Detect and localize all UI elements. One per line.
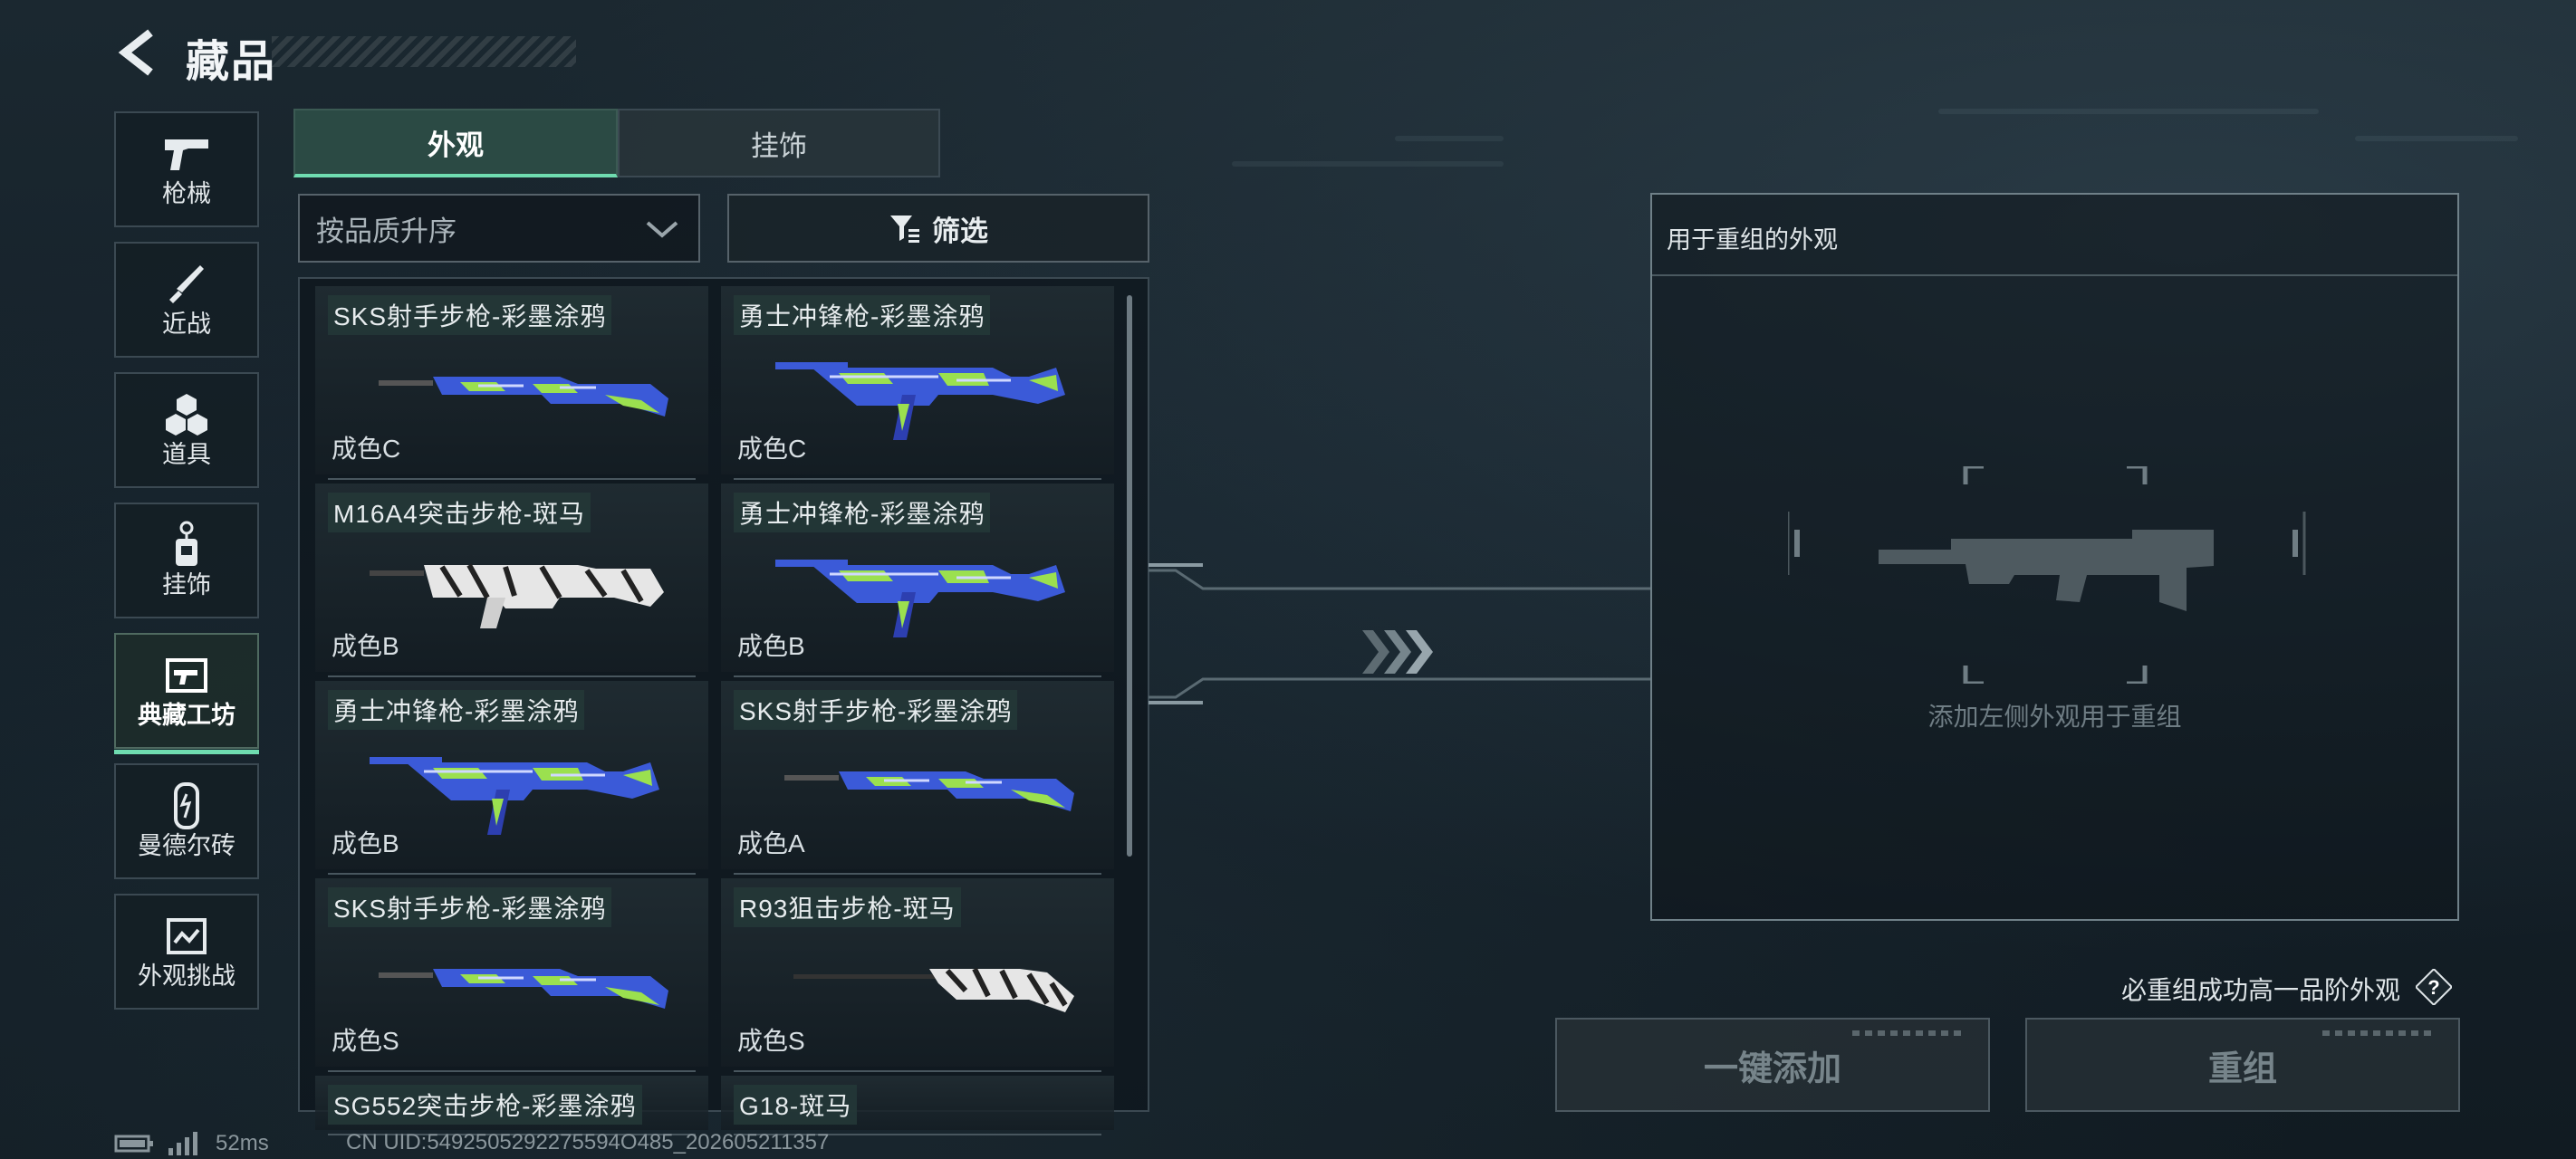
weapon-image: [370, 563, 664, 628]
sort-value: 按品质升序: [316, 215, 457, 247]
skin-card[interactable]: 勇士冲锋枪-彩墨涂鸦 成色C: [721, 286, 1114, 480]
tab-charms[interactable]: 挂饰: [618, 109, 940, 177]
filter-icon: [890, 216, 919, 243]
placeholder-rifle-icon: [1788, 466, 2306, 684]
back-arrow-icon: [118, 29, 153, 76]
skin-grade: 成色A: [737, 829, 805, 857]
sidebar-item-label: 外观挑战: [138, 963, 235, 990]
sidebar-item-bricks[interactable]: 曼德尔砖: [114, 763, 259, 879]
sidebar-item-melee[interactable]: 近战: [114, 242, 259, 358]
panel-title: 用于重组的外观: [1667, 226, 1838, 254]
skin-name: 勇士冲锋枪-彩墨涂鸦: [734, 493, 991, 532]
cubes-icon: [166, 394, 207, 436]
background-streak: [1395, 136, 1504, 141]
skin-card[interactable]: SKS射手步枪-彩墨涂鸦 成色S: [315, 878, 708, 1072]
charm-icon: [176, 521, 197, 566]
filter-button[interactable]: 筛选: [727, 194, 1149, 263]
help-icon[interactable]: ?: [2416, 969, 2452, 1005]
skin-card[interactable]: G18-斑马: [721, 1076, 1114, 1135]
forward-arrows-icon: [1362, 630, 1433, 674]
skin-name: SKS射手步枪-彩墨涂鸦: [328, 887, 612, 927]
title-decoration: [272, 36, 576, 67]
filter-label: 筛选: [932, 215, 988, 247]
panel-header: 用于重组的外观: [1652, 195, 2457, 276]
battery-icon: [114, 1135, 153, 1153]
list-scrollbar[interactable]: [1127, 295, 1132, 857]
uid-text: CN UID:5492505292275594O485_202605211357: [346, 1130, 830, 1154]
skin-name: G18-斑马: [734, 1085, 858, 1125]
skin-name: 勇士冲锋枪-彩墨涂鸦: [328, 690, 585, 730]
workshop-icon: [166, 658, 207, 693]
skin-grade: 成色S: [737, 1027, 805, 1055]
tab-appearance[interactable]: 外观: [293, 109, 618, 177]
skin-grade: 成色C: [332, 435, 401, 463]
background-streak: [1938, 109, 2319, 114]
background-streak: [2355, 136, 2518, 141]
weapon-image: [379, 377, 668, 417]
sidebar-item-workshop[interactable]: 典藏工坊: [114, 633, 259, 754]
svg-text:?: ?: [2427, 976, 2439, 999]
knife-icon: [169, 265, 204, 303]
weapon-image: [775, 362, 1065, 440]
weapon-image: [370, 757, 659, 835]
skin-card[interactable]: 勇士冲锋枪-彩墨涂鸦 成色B: [721, 484, 1114, 677]
quick-add-button[interactable]: 一键添加: [1555, 1018, 1990, 1112]
weapon-image: [379, 969, 668, 1009]
sidebar-item-items[interactable]: 道具: [114, 372, 259, 488]
recombine-note: 必重组成功高一品阶外观: [2120, 976, 2400, 1004]
sidebar-item-label: 典藏工坊: [138, 702, 235, 729]
recombine-panel: 用于重组的外观 添加左侧外观用于重组: [1650, 193, 2459, 921]
weapon-image: [775, 560, 1065, 637]
challenge-icon: [167, 918, 207, 954]
sidebar-item-charms[interactable]: 挂饰: [114, 503, 259, 618]
skin-card[interactable]: 勇士冲锋枪-彩墨涂鸦 成色B: [315, 681, 708, 875]
back-button[interactable]: [114, 27, 165, 78]
weapon-image: [793, 967, 1074, 1012]
skin-grade: 成色B: [737, 632, 805, 660]
signal-icon: [168, 1132, 197, 1155]
skin-grade: 成色B: [332, 632, 399, 660]
chevron-down-icon: [646, 221, 678, 238]
skin-name: SKS射手步枪-彩墨涂鸦: [734, 690, 1018, 730]
status-bar: 52ms: [114, 1130, 269, 1157]
ping-text: 52ms: [216, 1131, 269, 1155]
skin-grade: 成色B: [332, 829, 399, 857]
page-title: 藏品: [186, 38, 277, 86]
weapon-image: [784, 771, 1074, 811]
skin-card[interactable]: SG552突击步枪-彩墨涂鸦: [315, 1076, 708, 1135]
skin-name: 勇士冲锋枪-彩墨涂鸦: [734, 295, 991, 335]
recombine-button[interactable]: 重组: [2025, 1018, 2460, 1112]
background-streak: [1232, 161, 1504, 167]
sidebar-item-label: 曼德尔砖: [138, 832, 235, 859]
skin-card[interactable]: M16A4突击步枪-斑马 成色B: [315, 484, 708, 677]
skin-grade: 成色C: [737, 435, 807, 463]
skin-name: SKS射手步枪-彩墨涂鸦: [328, 295, 612, 335]
sidebar-item-guns[interactable]: 枪械: [114, 111, 259, 227]
sidebar-item-label: 近战: [162, 311, 211, 338]
skin-card[interactable]: SKS射手步枪-彩墨涂鸦 成色C: [315, 286, 708, 480]
sort-dropdown[interactable]: 按品质升序: [298, 194, 700, 263]
skin-grade: 成色S: [332, 1027, 399, 1055]
sidebar-item-label: 道具: [162, 441, 211, 468]
skin-name: R93狙击步枪-斑马: [734, 887, 961, 927]
skin-name: M16A4突击步枪-斑马: [328, 493, 591, 532]
sidebar-item-challenges[interactable]: 外观挑战: [114, 894, 259, 1010]
skin-card[interactable]: SKS射手步枪-彩墨涂鸦 成色A: [721, 681, 1114, 875]
brick-icon: [174, 782, 199, 829]
panel-hint: 添加左侧外观用于重组: [1927, 703, 2182, 731]
pistol-icon: [165, 139, 208, 170]
sidebar-item-label: 枪械: [162, 180, 211, 207]
skin-card[interactable]: R93狙击步枪-斑马 成色S: [721, 878, 1114, 1072]
sidebar-item-label: 挂饰: [162, 571, 211, 599]
skin-name: SG552突击步枪-彩墨涂鸦: [328, 1085, 642, 1125]
